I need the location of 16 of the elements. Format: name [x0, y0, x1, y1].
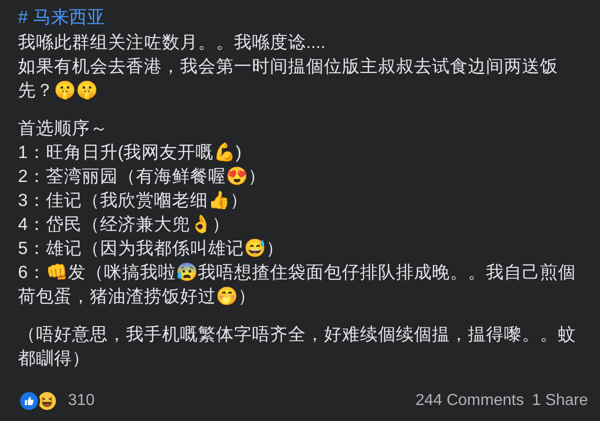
reaction-count[interactable]: 310: [68, 389, 95, 413]
post-text: 5：雄记（因为我都係叫雄记😅）: [18, 237, 285, 260]
post-text: 首选顺序～: [18, 117, 109, 140]
like-icon: [18, 390, 40, 412]
shares-link[interactable]: 1 Share: [532, 389, 588, 413]
hashtag-link[interactable]: # 马来西亚: [18, 4, 106, 30]
post-text: 6：👊发（咪搞我啦😰我唔想揸住袋面包仔排队排成晚。。我自己煎個荷包蛋，猪油渣捞饭好过🤭）: [18, 261, 577, 308]
post-text: 3：佳记（我欣赏嗰老细👍）: [18, 189, 249, 212]
post-text: 我喺此群组关注咗数月。。我喺度谂....: [18, 31, 327, 54]
laughing-face-icon: [36, 390, 58, 412]
comments-link[interactable]: 244 Comments: [415, 389, 524, 413]
post-text: 如果有机会去香港，我会第一时间揾個位版主叔叔去试食边间两送饭先？🤫🤫: [18, 55, 559, 102]
post-text: 1：旺角日升(我网友开嘅💪): [18, 141, 243, 164]
post-text: （唔好意思，我手机嘅繁体字唔齐全，好难续個续個揾，揾得嚟。。蚊都瞓得）: [18, 323, 577, 370]
post-text: 4：岱民（经济兼大兜👌）: [18, 213, 231, 236]
post-text: 2：荃湾丽园（有海鲜餐喔😍）: [18, 165, 267, 188]
